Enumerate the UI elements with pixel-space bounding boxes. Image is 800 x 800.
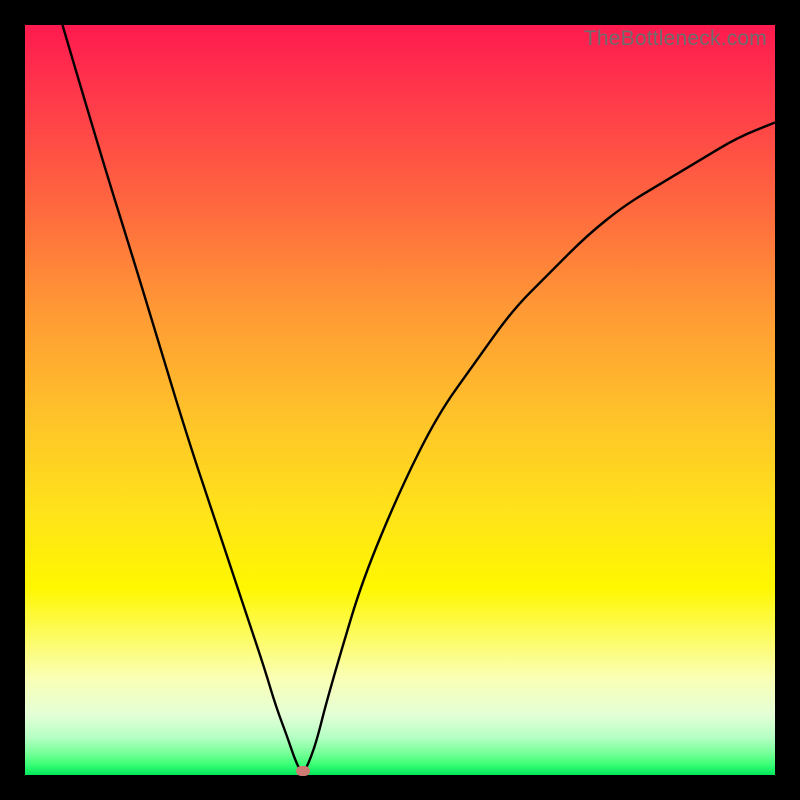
chart-frame: TheBottleneck.com bbox=[0, 0, 800, 800]
plot-area: TheBottleneck.com bbox=[25, 25, 775, 775]
curve-svg bbox=[25, 25, 775, 775]
optimal-point-marker bbox=[296, 766, 310, 776]
bottleneck-curve bbox=[63, 25, 776, 771]
